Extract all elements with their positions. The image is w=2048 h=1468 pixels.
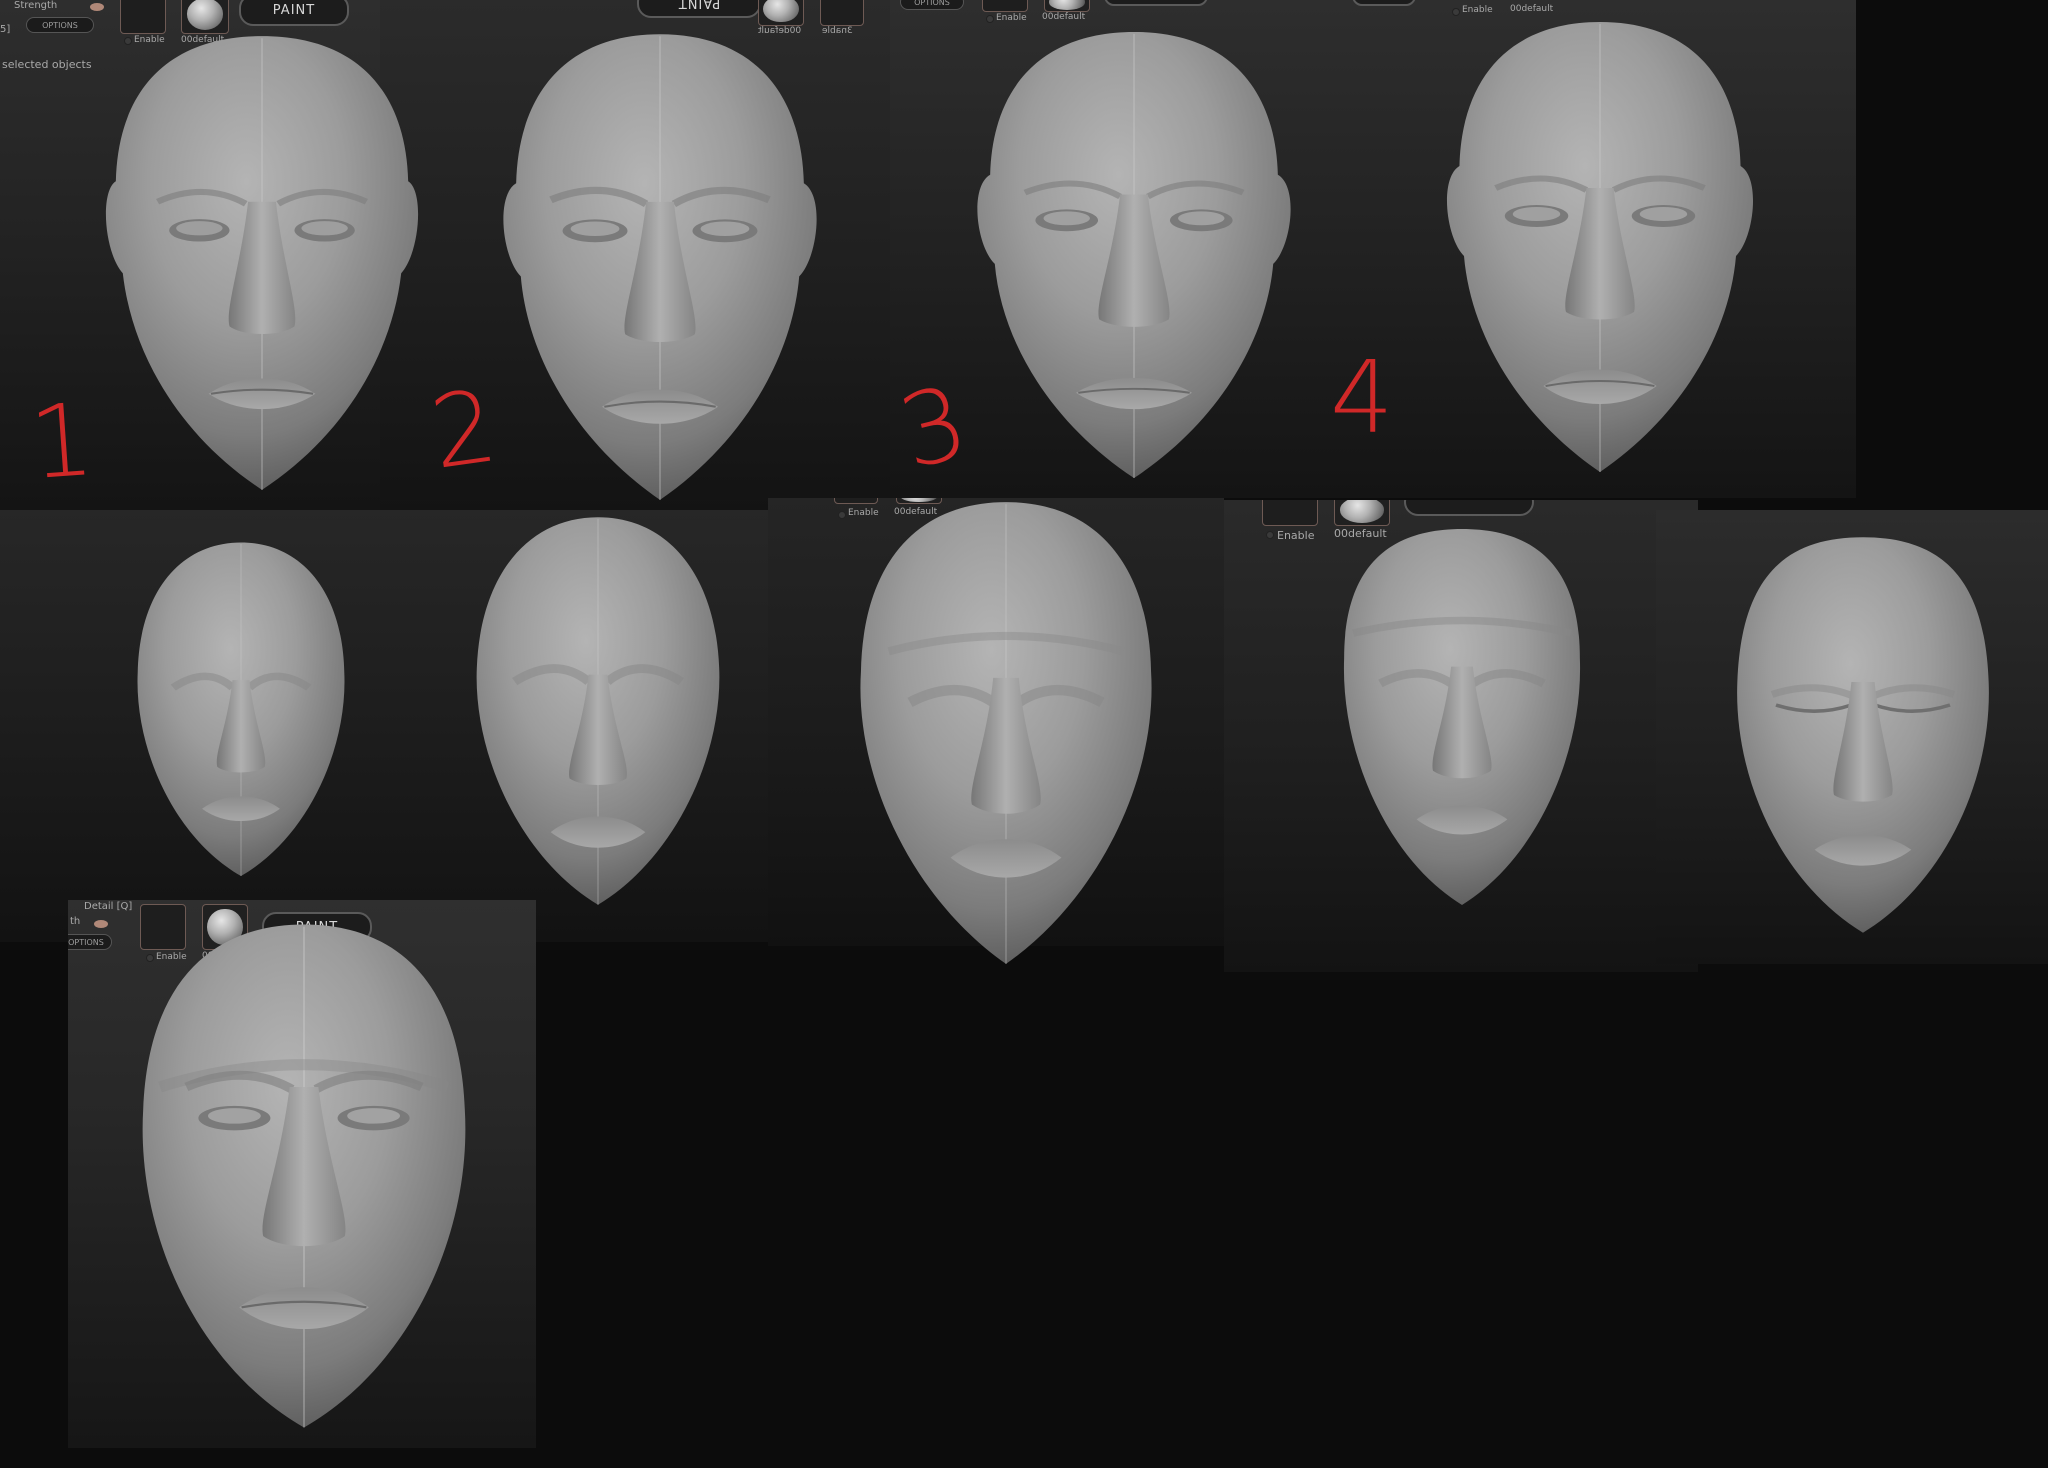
enable-radio-7[interactable] <box>1266 531 1274 539</box>
paint-button-3[interactable] <box>1104 0 1208 6</box>
selected-objects-label: selected objects <box>2 58 92 71</box>
enable-label-3: Enable <box>996 13 1027 23</box>
material-swatch-7[interactable] <box>1334 500 1390 526</box>
enable-radio-4[interactable] <box>1452 8 1460 16</box>
options-button-3[interactable]: OPTIONS <box>900 0 964 10</box>
material-swatch-mirrored[interactable] <box>758 0 804 26</box>
sculpt-head-2 <box>486 28 834 504</box>
options-button[interactable]: OPTIONS <box>26 17 94 33</box>
sculpt-head-5 <box>114 538 368 882</box>
sculpt-head-9 <box>1718 532 2008 938</box>
bracket-label: 5] <box>0 24 11 35</box>
texture-swatch-7[interactable] <box>1262 500 1318 526</box>
texture-swatch-3[interactable] <box>982 0 1028 12</box>
material-label-3: 00default <box>1042 12 1086 22</box>
material-label-4: 00default <box>1510 4 1554 14</box>
sculpt-head-8 <box>1326 524 1598 910</box>
iteration-number-2: 2 <box>424 367 504 492</box>
sculpt-head-7 <box>846 498 1166 968</box>
strength-label: Strength <box>14 0 58 11</box>
detail-label: Detail [Q] <box>84 901 133 912</box>
iteration-number-4: 4 <box>1330 339 1394 456</box>
paint-label-mirrored: PAINT <box>677 0 721 11</box>
sculpt-head-10 <box>124 920 484 1432</box>
strength-slider-knob-9[interactable] <box>94 920 108 928</box>
sculpt-head-4 <box>1430 16 1770 476</box>
enable-label-7: Enable <box>1277 529 1315 542</box>
options-button-9[interactable]: OPTIONS <box>68 934 112 950</box>
paint-button-mirrored[interactable]: PAINT <box>637 0 761 18</box>
paint-button[interactable]: PAINT <box>239 0 349 26</box>
enable-radio-6[interactable] <box>838 511 846 519</box>
sculpt-head-1 <box>88 28 436 498</box>
enable-label-4: Enable <box>1462 5 1493 15</box>
strength-slider-knob[interactable] <box>90 3 104 11</box>
sculpt-head-6 <box>456 512 740 910</box>
sculpt-head-3 <box>960 26 1308 482</box>
material-swatch-3[interactable] <box>1044 0 1090 12</box>
strength-label-fragment: th <box>70 916 81 927</box>
texture-swatch-mirrored[interactable] <box>820 0 864 26</box>
paint-button-4[interactable] <box>1352 0 1416 6</box>
paint-button-7[interactable] <box>1404 500 1534 516</box>
iteration-number-1: 1 <box>25 380 98 503</box>
enable-radio-3[interactable] <box>986 15 994 23</box>
